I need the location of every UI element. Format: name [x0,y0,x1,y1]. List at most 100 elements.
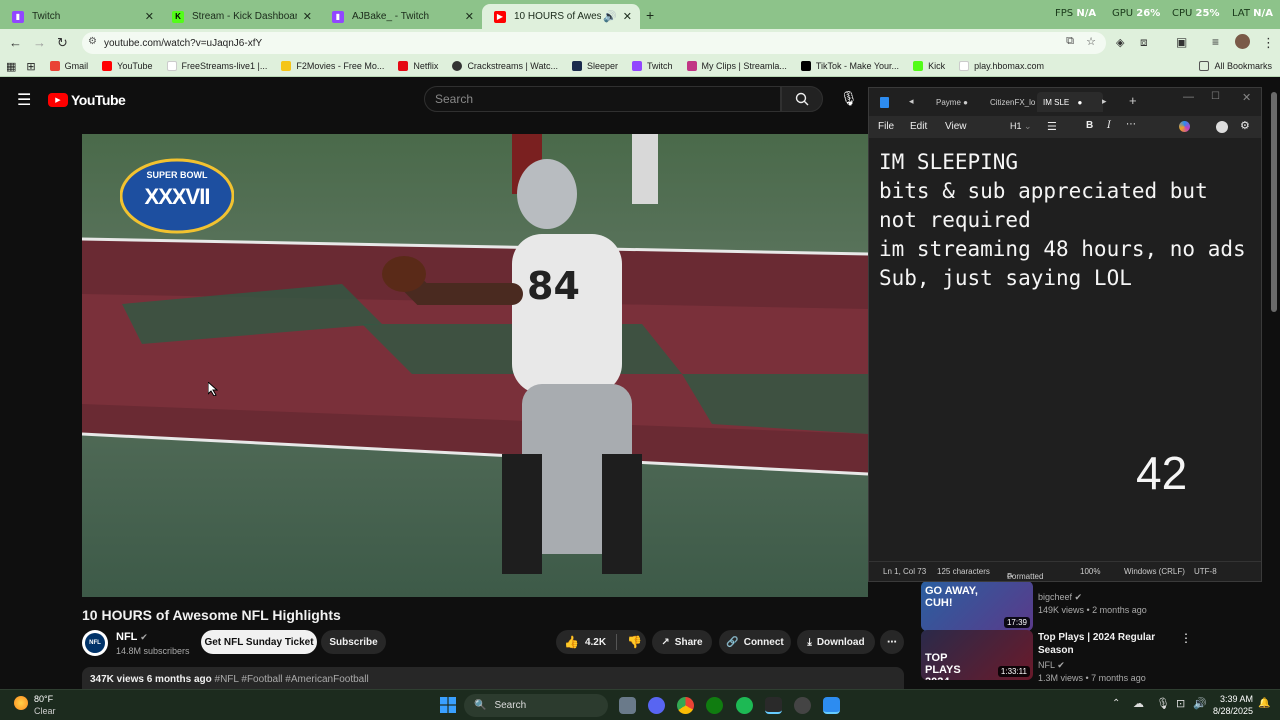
hamburger-menu-icon[interactable]: ☰ [17,90,31,110]
bookmark-f2movies[interactable]: F2Movies - Free Mo... [281,61,384,71]
xbox-icon[interactable] [706,697,723,714]
weather-sun-icon[interactable] [14,696,28,710]
account-icon[interactable] [1216,121,1228,133]
heading-dropdown[interactable]: H1 ⌄ [1010,121,1032,132]
close-icon[interactable]: ✕ [1242,91,1251,104]
reload-icon[interactable]: ↻ [57,35,68,51]
page-scrollbar[interactable] [1270,90,1278,688]
bookmark-hbomax[interactable]: play.hbomax.com [959,61,1044,71]
spotify-icon[interactable] [736,697,753,714]
all-bookmarks[interactable]: All Bookmarks [1199,61,1272,71]
bookmark-streamladder[interactable]: My Clips | Streamla... [686,61,787,71]
recommended-thumbnail[interactable]: GO AWAY, CUH! 17:39 [921,581,1033,631]
notepad-tab-active[interactable]: IM SLE ● [1037,92,1103,112]
bookmark-gmail[interactable]: Gmail [49,61,88,71]
bookmark-star-icon[interactable]: ☆ [1086,35,1096,48]
bookmark-tiktok[interactable]: TikTok - Make Your... [800,61,899,71]
close-icon[interactable]: ✕ [623,10,632,23]
address-bar[interactable]: ⚙ youtube.com/watch?v=uJaqnJ6-xfY ⧉ ☆ [82,32,1106,54]
taskbar-search[interactable]: 🔍 Search [464,694,608,717]
microphone-icon[interactable]: 🎙 [1156,697,1170,710]
dislike-icon[interactable]: 👎 [627,635,642,649]
copilot-icon[interactable] [1179,121,1190,132]
video-player[interactable]: 84 SUPER BOWL XXXVII [82,134,868,597]
chrome-icon[interactable] [677,697,694,714]
line-ending[interactable]: Windows (CRLF) [1124,567,1185,576]
notepad-text-area[interactable]: IM SLEEPING bits & sub appreciated but n… [879,148,1249,293]
scroll-tabs-right-icon[interactable]: ▸ [1102,96,1107,107]
cursor-position[interactable]: Ln 1, Col 73 [883,567,926,576]
back-icon[interactable]: ← [9,35,22,50]
connect-button[interactable]: 🔗 Connect [719,630,791,654]
profile-avatar[interactable] [1235,34,1250,49]
italic-icon[interactable]: I [1107,120,1111,131]
maximize-icon[interactable]: ☐ [1211,91,1220,102]
forward-icon[interactable]: → [33,35,46,50]
grid-icon[interactable]: ⊞ [26,60,35,73]
bookmark-freestreams[interactable]: FreeStreams-live1 |... [166,61,267,71]
bookmark-crackstreams[interactable]: Crackstreams | Watc... [452,61,558,71]
menu-icon[interactable]: ⋮ [1262,35,1275,51]
bookmark-twitch[interactable]: Twitch [631,61,673,71]
notification-bell-icon[interactable]: 🔔 [1258,698,1270,709]
close-icon[interactable]: ✕ [465,10,474,23]
recommended-thumbnail[interactable]: TOP PLAYS 2024 1:33:11 [921,630,1033,680]
bookmark-sleeper[interactable]: Sleeper [571,61,618,71]
share-button[interactable]: ↗ Share [652,630,712,654]
microphone-icon[interactable]: 🎙 [840,90,858,107]
encoding[interactable]: UTF-8 [1194,567,1217,576]
bookmark-youtube[interactable]: YouTube [102,61,153,71]
download-button[interactable]: ⤓ Download [797,630,875,654]
more-actions-button[interactable]: ⋯ [880,630,904,654]
settings-gear-icon[interactable]: ⚙ [1240,119,1250,132]
sunday-ticket-button[interactable]: Get NFL Sunday Ticket [201,630,317,654]
search-input[interactable]: Search [424,86,781,112]
bookmark-netflix[interactable]: Netflix [398,61,438,71]
volume-icon[interactable]: 🔊 [1193,697,1207,710]
more-options-icon[interactable]: ⋮ [1180,631,1192,645]
new-tab-icon[interactable]: + [1129,93,1137,108]
menu-edit[interactable]: Edit [910,121,927,132]
task-view-icon[interactable] [619,697,636,714]
scrollbar-thumb[interactable] [1271,92,1277,312]
close-icon[interactable]: ✕ [303,10,312,23]
speaker-icon[interactable]: 🔊 [603,10,617,23]
minimize-icon[interactable]: — [1183,91,1194,103]
list-icon[interactable]: ☰ [1047,120,1057,133]
channel-avatar[interactable]: NFL [82,630,108,656]
youtube-logo[interactable]: ▶ YouTube [48,92,126,108]
site-info-icon[interactable]: ⚙ [88,36,97,47]
recommended-channel[interactable]: NFL ✔ [1038,660,1065,671]
chevron-up-icon[interactable]: ⌃ [1112,698,1120,709]
tab-search-icon[interactable]: ▣ [1176,35,1187,49]
notepad-tab[interactable]: CitizenFX_lo [990,98,1035,107]
menu-view[interactable]: View [945,121,967,132]
windows-start-icon[interactable] [440,697,456,713]
tab-twitch[interactable]: ▮ Twitch ✕ [0,4,162,29]
scroll-tabs-left-icon[interactable]: ◂ [909,96,914,107]
notepad-taskbar-icon[interactable] [823,697,840,714]
tab-youtube-video[interactable]: ▶ 10 HOURS of Awesome NFL Highlights 🔊 ✕ [482,4,640,29]
search-button[interactable] [781,86,823,112]
extensions-icon[interactable]: ⧈ [1140,35,1148,50]
apps-icon[interactable]: ▦ [6,60,16,73]
close-icon[interactable]: ✕ [145,10,154,23]
weather-temp[interactable]: 80°F [34,694,53,704]
bookmark-kick[interactable]: Kick [913,61,945,71]
recommended-title[interactable]: Top Plays | 2024 Regular Season [1038,631,1168,657]
notepad-tab[interactable]: Payme ● [936,98,968,107]
more-formatting-icon[interactable]: ⋯ [1126,119,1136,130]
streamlabs-icon[interactable] [765,697,782,714]
zoom-level[interactable]: 100% [1080,567,1100,576]
media-icon[interactable]: ≡ [1212,35,1219,49]
description-box[interactable]: 347K views 6 months ago #NFL #Football #… [82,667,904,691]
cast-icon[interactable]: ⧉ [1066,35,1074,48]
network-icon[interactable]: ⊡ [1176,697,1185,710]
like-icon[interactable]: 👍 [564,635,579,649]
channel-name[interactable]: NFL ✔ [116,631,148,643]
obs-icon[interactable] [794,697,811,714]
recommended-channel[interactable]: bigcheef ✔ [1038,592,1082,603]
tab-kick-dashboard[interactable]: K Stream - Kick Dashboard ✕ [160,4,320,29]
like-count[interactable]: 4.2K [585,637,606,648]
clock-date[interactable]: 8/28/2025 [1208,706,1253,716]
